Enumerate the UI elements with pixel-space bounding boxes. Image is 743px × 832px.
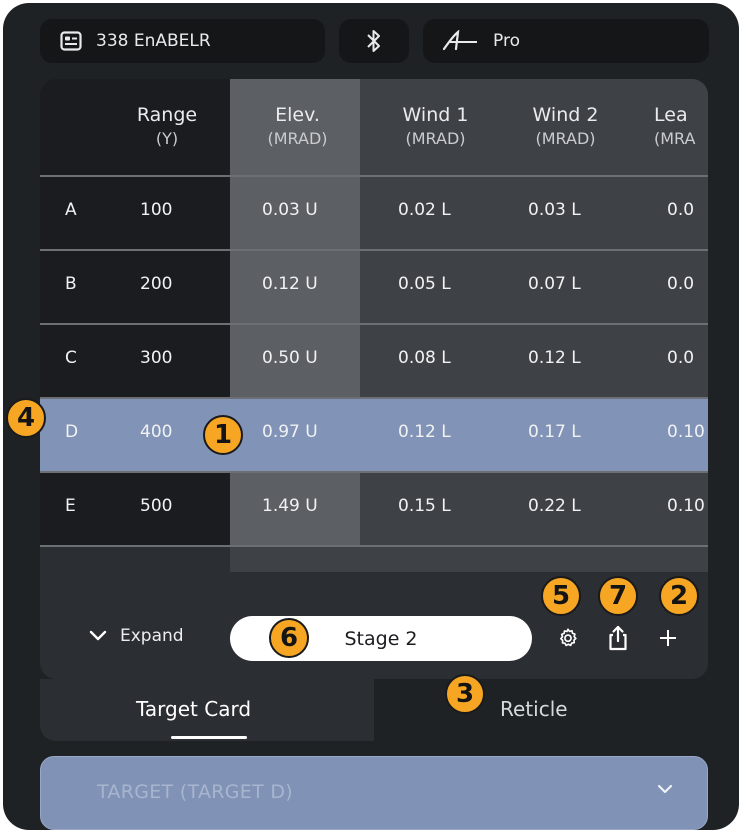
gear-icon: [557, 627, 579, 649]
callout-badge: 2: [659, 576, 699, 616]
gun-profile-name: 338 EnABELR: [96, 31, 211, 51]
cell-lead: 0.0: [667, 200, 700, 220]
cell-wind1: 0.12 L: [398, 422, 451, 442]
header-unit: (Y): [155, 129, 179, 148]
column-header-lead[interactable]: Lea (MRA: [654, 103, 708, 151]
bluetooth-icon: [366, 29, 382, 53]
share-icon: [607, 625, 629, 651]
column-header-wind1[interactable]: Wind 1 (MRAD): [378, 103, 493, 151]
add-button[interactable]: [654, 624, 682, 652]
cell-elev: 0.50 U: [262, 348, 318, 368]
cell-label: D: [65, 422, 79, 442]
cell-range: 100: [140, 200, 173, 220]
top-bar: 338 EnABELR Pro: [3, 19, 739, 63]
cell-label: B: [65, 274, 77, 294]
cell-range: 500: [140, 496, 173, 516]
expand-toggle[interactable]: Expand: [88, 626, 184, 646]
cell-lead: 0.10: [667, 422, 705, 442]
cell-elev: 0.12 U: [262, 274, 318, 294]
target-dropdown[interactable]: TARGET (TARGET D): [40, 756, 708, 830]
gun-profile-selector[interactable]: 338 EnABELR: [40, 19, 325, 63]
header-unit: (MRAD): [405, 129, 466, 148]
cell-wind1: 0.02 L: [398, 200, 451, 220]
header-title: Lea: [654, 104, 688, 126]
table-row[interactable]: D 400 0.97 U 0.12 L 0.17 L 0.10: [40, 398, 708, 470]
expand-label: Expand: [120, 626, 184, 646]
callout-badge: 5: [541, 576, 581, 616]
cell-range: 300: [140, 348, 173, 368]
column-header-range[interactable]: Range (Y): [112, 103, 222, 151]
chevron-down-icon: [88, 629, 108, 643]
cell-elev: 0.97 U: [262, 422, 318, 442]
target-dropdown-value: TARGET (TARGET D): [97, 781, 293, 803]
tab-reticle-label: Reticle: [500, 697, 568, 721]
table-footer-bg: [230, 546, 708, 572]
view-tabs: Target Card Reticle: [40, 679, 708, 741]
bluetooth-button[interactable]: [339, 19, 409, 63]
header-title: Range: [136, 104, 198, 126]
cell-elev: 0.03 U: [262, 200, 318, 220]
cell-label: C: [65, 348, 77, 368]
app-frame: 338 EnABELR Pro Range (Y) Elev. (MRAD) W…: [3, 3, 739, 830]
settings-button[interactable]: [554, 624, 582, 652]
cell-range: 400: [140, 422, 173, 442]
table-controls: Expand Stage 2: [40, 614, 708, 670]
callout-badge: 4: [6, 398, 46, 438]
chevron-down-icon: [655, 783, 675, 797]
cell-lead: 0.0: [667, 348, 700, 368]
cell-wind1: 0.15 L: [398, 496, 451, 516]
tab-target-card[interactable]: Target Card: [40, 679, 374, 741]
header-title: Wind 1: [402, 104, 469, 126]
table-row[interactable]: E 500 1.49 U 0.15 L 0.22 L 0.10: [40, 472, 708, 544]
callout-badge: 7: [598, 576, 638, 616]
active-tab-indicator: [171, 736, 247, 739]
share-button[interactable]: [604, 624, 632, 652]
callout-badge: 3: [445, 674, 485, 714]
device-selector[interactable]: Pro: [423, 19, 709, 63]
plus-icon: [658, 628, 678, 648]
table-row[interactable]: C 300 0.50 U 0.08 L 0.12 L 0.0: [40, 324, 708, 396]
cell-range: 200: [140, 274, 173, 294]
stage-label: Stage 2: [344, 627, 418, 650]
brand-logo-icon: [441, 30, 481, 52]
cell-wind1: 0.08 L: [398, 348, 451, 368]
cell-lead: 0.10: [667, 496, 705, 516]
column-header-wind2[interactable]: Wind 2 (MRAD): [508, 103, 623, 151]
header-title: Elev.: [275, 104, 320, 126]
cell-wind2: 0.12 L: [528, 348, 581, 368]
cell-wind2: 0.07 L: [528, 274, 581, 294]
cell-wind2: 0.03 L: [528, 200, 581, 220]
cell-lead: 0.0: [667, 274, 700, 294]
cell-elev: 1.49 U: [262, 496, 318, 516]
tab-target-card-label: Target Card: [136, 697, 252, 721]
row-divider: [40, 545, 708, 547]
cell-wind2: 0.17 L: [528, 422, 581, 442]
tab-reticle[interactable]: Reticle: [374, 679, 708, 741]
header-unit: (MRA: [654, 129, 696, 148]
header-title: Wind 2: [532, 104, 599, 126]
header-unit: (MRAD): [535, 129, 596, 148]
cell-label: A: [65, 200, 77, 220]
callout-badge: 6: [269, 618, 309, 658]
cell-wind2: 0.22 L: [528, 496, 581, 516]
table-row[interactable]: A 100 0.03 U 0.02 L 0.03 L 0.0: [40, 176, 708, 248]
cell-wind1: 0.05 L: [398, 274, 451, 294]
device-label: Pro: [493, 31, 520, 51]
callout-badge: 1: [203, 415, 243, 455]
column-header-elev[interactable]: Elev. (MRAD): [240, 103, 355, 151]
header-unit: (MRAD): [267, 129, 328, 148]
table-row[interactable]: B 200 0.12 U 0.05 L 0.07 L 0.0: [40, 250, 708, 322]
id-card-icon: [60, 31, 82, 51]
cell-label: E: [65, 496, 76, 516]
